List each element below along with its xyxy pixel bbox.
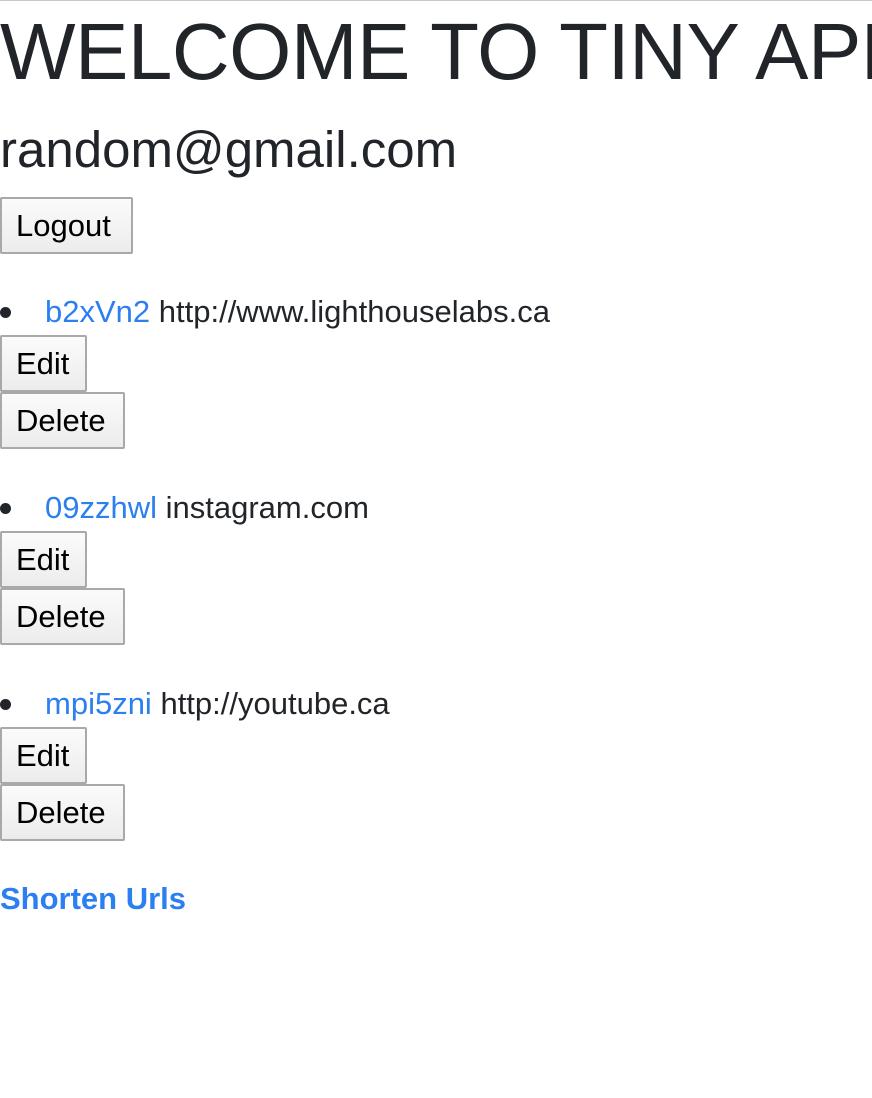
short-url-link[interactable]: b2xVn2	[45, 294, 150, 329]
logout-button[interactable]: Logout	[0, 197, 133, 254]
bullet-icon	[0, 699, 11, 710]
url-entry: b2xVn2 http://www.lighthouselabs.ca	[45, 292, 550, 332]
page-title: WELCOME TO TINY APP	[0, 7, 872, 96]
edit-button[interactable]: Edit	[0, 335, 87, 392]
top-divider	[0, 0, 872, 1]
long-url-text: http://youtube.ca	[160, 686, 390, 721]
shorten-urls-link[interactable]: Shorten Urls	[0, 879, 186, 919]
short-url-link[interactable]: 09zzhwl	[45, 490, 157, 525]
url-entry: mpi5zni http://youtube.ca	[45, 684, 390, 724]
edit-button[interactable]: Edit	[0, 531, 87, 588]
long-url-text: instagram.com	[165, 490, 369, 525]
user-email: random@gmail.com	[0, 121, 458, 178]
long-url-text: http://www.lighthouselabs.ca	[158, 294, 550, 329]
short-url-link[interactable]: mpi5zni	[45, 686, 152, 721]
edit-button[interactable]: Edit	[0, 727, 87, 784]
delete-button[interactable]: Delete	[0, 392, 125, 449]
delete-button[interactable]: Delete	[0, 588, 125, 645]
bullet-icon	[0, 503, 11, 514]
delete-button[interactable]: Delete	[0, 784, 125, 841]
url-entry: 09zzhwl instagram.com	[45, 488, 369, 528]
bullet-icon	[0, 307, 11, 318]
